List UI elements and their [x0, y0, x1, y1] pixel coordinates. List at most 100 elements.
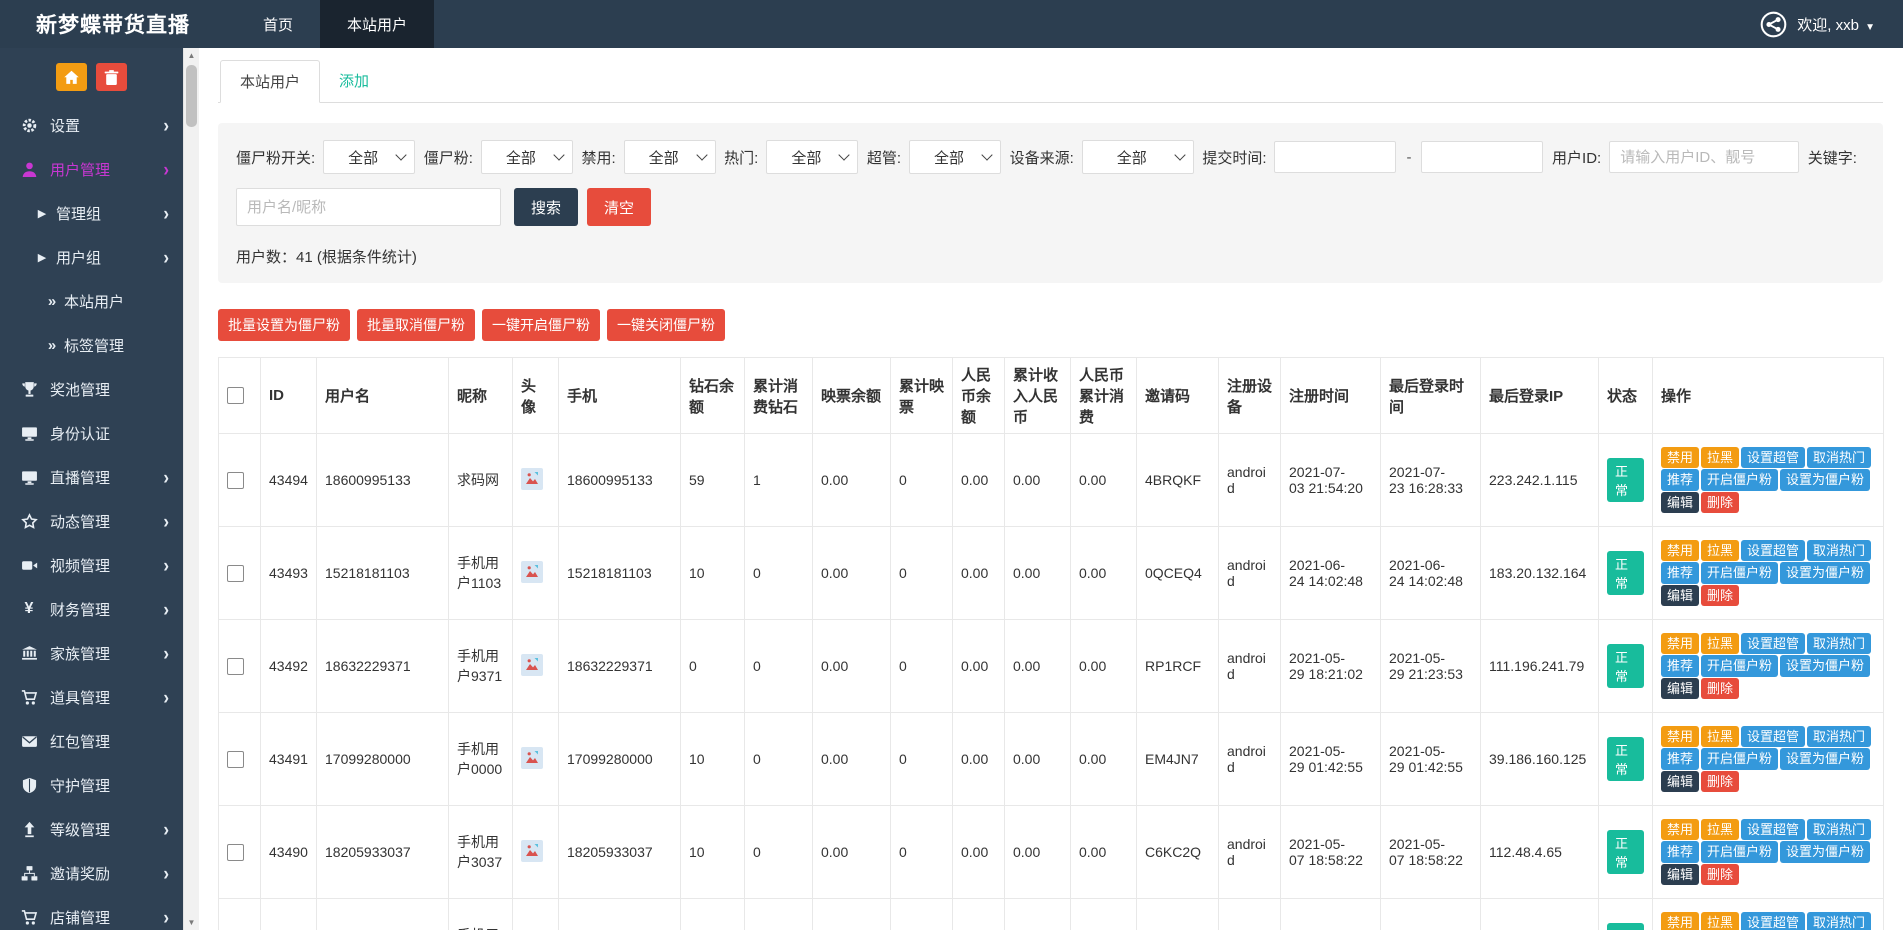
user-id-input[interactable] — [1609, 141, 1799, 173]
scroll-up-arrow-icon[interactable]: ▲ — [184, 48, 199, 63]
set-as-zombie-fans-button[interactable]: 设置为僵户粉 — [1780, 841, 1870, 863]
edit-button[interactable]: 编辑 — [1661, 585, 1699, 607]
set-super-admin-button[interactable]: 设置超管 — [1741, 447, 1805, 469]
zombie-select[interactable]: 全部 — [481, 140, 573, 174]
set-as-zombie-fans-button[interactable]: 设置为僵户粉 — [1780, 562, 1870, 584]
enable-zombie-fans-button[interactable]: 开启僵户粉 — [1701, 562, 1778, 584]
recommend-button[interactable]: 推荐 — [1661, 748, 1699, 770]
row-checkbox[interactable] — [227, 844, 244, 861]
hot-select[interactable]: 全部 — [766, 140, 858, 174]
sidebar-item-props-management[interactable]: 道具管理› — [0, 675, 183, 719]
set-as-zombie-fans-button[interactable]: 设置为僵户粉 — [1780, 748, 1870, 770]
home-button[interactable] — [56, 63, 87, 91]
onekey-enable-zombie-button[interactable]: 一键开启僵尸粉 — [482, 309, 600, 341]
tab-site-users[interactable]: 本站用户 — [220, 60, 320, 103]
disable-button[interactable]: 禁用 — [1661, 447, 1699, 469]
recommend-button[interactable]: 推荐 — [1661, 655, 1699, 677]
sidebar-item-admin-group[interactable]: ▶管理组› — [0, 191, 183, 235]
row-checkbox[interactable] — [227, 472, 244, 489]
delete-button[interactable]: 删除 — [1701, 585, 1739, 607]
blacklist-button[interactable]: 拉黑 — [1701, 912, 1739, 930]
edit-button[interactable]: 编辑 — [1661, 678, 1699, 700]
nav-item-home[interactable]: 首页 — [236, 0, 320, 48]
disable-button[interactable]: 禁用 — [1661, 819, 1699, 841]
sidebar-item-shop-management[interactable]: 店铺管理› — [0, 895, 183, 939]
sidebar-item-finance-management[interactable]: ¥财务管理› — [0, 587, 183, 631]
sidebar-item-identity-verify[interactable]: 身份认证 — [0, 411, 183, 455]
submit-time-end-input[interactable] — [1421, 141, 1543, 173]
edit-button[interactable]: 编辑 — [1661, 864, 1699, 886]
blacklist-button[interactable]: 拉黑 — [1701, 726, 1739, 748]
super-admin-select[interactable]: 全部 — [909, 140, 1001, 174]
enable-zombie-fans-button[interactable]: 开启僵户粉 — [1701, 841, 1778, 863]
row-checkbox[interactable] — [227, 751, 244, 768]
cancel-hot-button[interactable]: 取消热门 — [1807, 633, 1871, 655]
recommend-button[interactable]: 推荐 — [1661, 562, 1699, 584]
sidebar-item-guardian-management[interactable]: 守护管理 — [0, 763, 183, 807]
sidebar-item-level-management[interactable]: 等级管理› — [0, 807, 183, 851]
keyword-input[interactable] — [236, 188, 501, 226]
onekey-disable-zombie-button[interactable]: 一键关闭僵尸粉 — [607, 309, 725, 341]
welcome-user-dropdown[interactable]: 欢迎, xxb ▼ — [1797, 14, 1875, 35]
search-button[interactable]: 搜索 — [514, 188, 578, 226]
enable-zombie-fans-button[interactable]: 开启僵户粉 — [1701, 655, 1778, 677]
sidebar-item-video-management[interactable]: 视频管理› — [0, 543, 183, 587]
recommend-button[interactable]: 推荐 — [1661, 469, 1699, 491]
blacklist-button[interactable]: 拉黑 — [1701, 633, 1739, 655]
edit-button[interactable]: 编辑 — [1661, 492, 1699, 514]
sidebar-item-feed-management[interactable]: 动态管理› — [0, 499, 183, 543]
blacklist-button[interactable]: 拉黑 — [1701, 819, 1739, 841]
sidebar-item-tag-management[interactable]: »标签管理 — [0, 323, 183, 367]
enable-zombie-fans-button[interactable]: 开启僵户粉 — [1701, 748, 1778, 770]
set-as-zombie-fans-button[interactable]: 设置为僵户粉 — [1780, 655, 1870, 677]
scrollbar-thumb[interactable] — [186, 65, 197, 127]
sidebar-item-settings[interactable]: 设置› — [0, 103, 183, 147]
set-super-admin-button[interactable]: 设置超管 — [1741, 912, 1805, 930]
delete-button[interactable]: 删除 — [1701, 678, 1739, 700]
submit-time-start-input[interactable] — [1274, 141, 1396, 173]
blacklist-button[interactable]: 拉黑 — [1701, 540, 1739, 562]
blacklist-button[interactable]: 拉黑 — [1701, 447, 1739, 469]
delete-button[interactable]: 删除 — [1701, 771, 1739, 793]
device-source-select[interactable]: 全部 — [1082, 140, 1194, 174]
disable-button[interactable]: 禁用 — [1661, 540, 1699, 562]
cancel-hot-button[interactable]: 取消热门 — [1807, 447, 1871, 469]
disable-button[interactable]: 禁用 — [1661, 726, 1699, 748]
sidebar-item-family-management[interactable]: 家族管理› — [0, 631, 183, 675]
batch-set-zombie-button[interactable]: 批量设置为僵尸粉 — [218, 309, 350, 341]
enable-zombie-fans-button[interactable]: 开启僵户粉 — [1701, 469, 1778, 491]
disable-button[interactable]: 禁用 — [1661, 912, 1699, 930]
sidebar-scrollbar[interactable]: ▲ ▼ — [183, 48, 199, 930]
set-super-admin-button[interactable]: 设置超管 — [1741, 726, 1805, 748]
cancel-hot-button[interactable]: 取消热门 — [1807, 726, 1871, 748]
sidebar-item-live-management[interactable]: 直播管理› — [0, 455, 183, 499]
sidebar-item-prize-pool[interactable]: 奖池管理 — [0, 367, 183, 411]
cancel-hot-button[interactable]: 取消热门 — [1807, 819, 1871, 841]
share-nodes-icon[interactable] — [1760, 11, 1787, 38]
disabled-select[interactable]: 全部 — [624, 140, 716, 174]
row-checkbox[interactable] — [227, 658, 244, 675]
sidebar-item-site-users[interactable]: »本站用户 — [0, 279, 183, 323]
recommend-button[interactable]: 推荐 — [1661, 841, 1699, 863]
disable-button[interactable]: 禁用 — [1661, 633, 1699, 655]
set-super-admin-button[interactable]: 设置超管 — [1741, 819, 1805, 841]
row-checkbox[interactable] — [227, 565, 244, 582]
set-super-admin-button[interactable]: 设置超管 — [1741, 540, 1805, 562]
sidebar-item-invite-reward[interactable]: 邀请奖励› — [0, 851, 183, 895]
edit-button[interactable]: 编辑 — [1661, 771, 1699, 793]
set-as-zombie-fans-button[interactable]: 设置为僵户粉 — [1780, 469, 1870, 491]
sidebar-item-user-management[interactable]: 用户管理› — [0, 147, 183, 191]
select-all-checkbox[interactable] — [227, 387, 244, 404]
set-super-admin-button[interactable]: 设置超管 — [1741, 633, 1805, 655]
delete-button[interactable]: 删除 — [1701, 492, 1739, 514]
sidebar-item-user-group[interactable]: ▶用户组› — [0, 235, 183, 279]
batch-cancel-zombie-button[interactable]: 批量取消僵尸粉 — [357, 309, 475, 341]
scroll-down-arrow-icon[interactable]: ▼ — [184, 915, 199, 930]
sidebar-item-redpacket-management[interactable]: 红包管理 — [0, 719, 183, 763]
trash-button[interactable] — [96, 63, 127, 91]
zombie-switch-select[interactable]: 全部 — [323, 140, 415, 174]
cancel-hot-button[interactable]: 取消热门 — [1807, 540, 1871, 562]
tab-add[interactable]: 添加 — [320, 60, 388, 103]
cancel-hot-button[interactable]: 取消热门 — [1807, 912, 1871, 930]
clear-button[interactable]: 清空 — [587, 188, 651, 226]
